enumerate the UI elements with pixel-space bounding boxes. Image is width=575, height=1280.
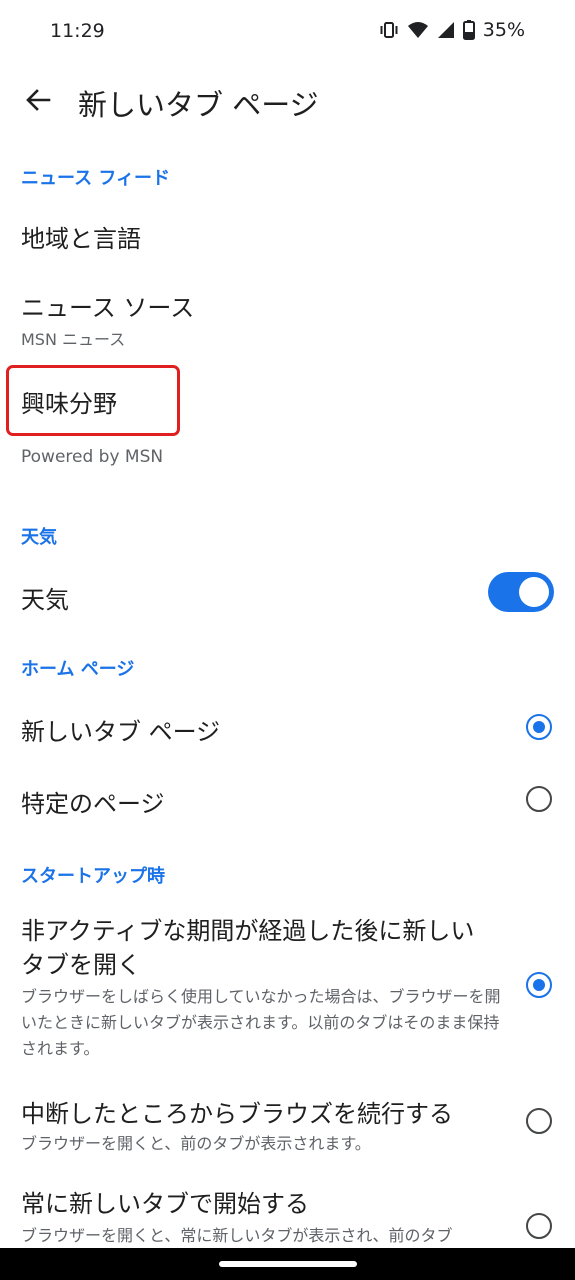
home-option-label: 特定のページ — [21, 790, 165, 818]
news-source-item[interactable]: ニュース ソース MSN ニュース — [0, 280, 575, 360]
startup-option-title: 常に新しいタブで開始する — [21, 1190, 309, 1218]
status-time: 11:29 — [50, 20, 105, 42]
home-gesture-handle[interactable] — [219, 1261, 357, 1267]
section-header-startup: スタートアップ時 — [21, 866, 165, 887]
wifi-icon — [407, 20, 429, 40]
section-header-home-page: ホーム ページ — [21, 659, 135, 680]
startup-option-continue-radio[interactable] — [526, 1108, 552, 1134]
status-icons: 35% — [379, 19, 525, 41]
region-language-label: 地域と言語 — [21, 225, 141, 253]
highlight-annotation — [6, 365, 180, 436]
news-source-value: MSN ニュース — [21, 330, 126, 349]
toggle-knob — [519, 577, 549, 607]
vibrate-icon — [379, 20, 399, 40]
news-source-label: ニュース ソース — [21, 294, 195, 322]
signal-icon — [437, 20, 455, 40]
home-option-specific-page-radio[interactable] — [526, 786, 552, 812]
home-option-new-tab[interactable]: 新しいタブ ページ — [0, 694, 575, 760]
startup-option-description: ブラウザーを開くと、前のタブが表示されます。 — [21, 1134, 371, 1153]
home-option-new-tab-radio[interactable] — [526, 714, 552, 740]
startup-option-description: ブラウザーを開くと、常に新しいタブが表示され、前のタブ — [21, 1226, 453, 1245]
startup-option-description: ブラウザーをしばらく使用していなかった場合は、ブラウザーを開いたときに新しいタブ… — [21, 987, 501, 1058]
home-option-label: 新しいタブ ページ — [21, 718, 221, 746]
startup-option-continue[interactable]: 中断したところからブラウズを続行する ブラウザーを開くと、前のタブが表示されます… — [0, 1090, 575, 1160]
battery-icon — [462, 20, 475, 40]
battery-percent: 35% — [482, 19, 525, 41]
startup-option-inactive-new-tab[interactable]: 非アクティブな期間が経過した後に新しいタブを開く ブラウザーをしばらく使用してい… — [0, 910, 575, 1065]
page-title: 新しいタブ ページ — [78, 88, 319, 122]
app-bar: 新しいタブ ページ — [0, 66, 575, 138]
section-header-weather: 天気 — [21, 527, 57, 548]
powered-by-text: Powered by MSN — [21, 447, 164, 467]
startup-option-always-radio[interactable] — [526, 1213, 552, 1239]
region-language-item[interactable]: 地域と言語 — [0, 205, 575, 267]
weather-toggle-label: 天気 — [21, 586, 69, 614]
arrow-left-icon — [25, 87, 51, 117]
startup-option-title: 中断したところからブラウズを続行する — [21, 1100, 453, 1128]
weather-toggle[interactable] — [488, 572, 554, 612]
startup-option-title: 非アクティブな期間が経過した後に新しいタブを開く — [21, 917, 475, 979]
section-header-news-feed: ニュース フィード — [21, 168, 171, 189]
startup-option-always-new-tab[interactable]: 常に新しいタブで開始する ブラウザーを開くと、常に新しいタブが表示され、前のタブ — [0, 1182, 575, 1248]
startup-option-inactive-radio[interactable] — [526, 972, 552, 998]
back-button[interactable] — [18, 82, 58, 122]
home-option-specific-page[interactable]: 特定のページ — [0, 766, 575, 832]
status-bar: 11:29 35% — [0, 0, 575, 66]
